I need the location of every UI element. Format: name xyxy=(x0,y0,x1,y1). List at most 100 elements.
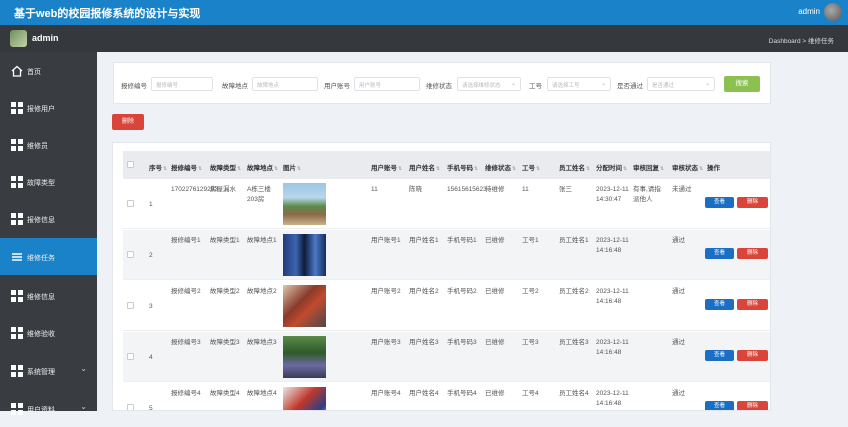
cell-audit: 通过 xyxy=(672,288,685,295)
column-header-label: 分配时间 xyxy=(596,165,622,172)
search-label: 工号 xyxy=(529,83,542,90)
sort-icon: ⇅ xyxy=(436,166,441,172)
app-header: 基于web的校园报修系统的设计与实现 admin xyxy=(0,0,848,25)
search-placeholder: 报修编号 xyxy=(156,83,179,89)
sort-icon: ⇅ xyxy=(586,166,591,172)
cell-audit: 通过 xyxy=(672,237,685,244)
search-input[interactable]: 用户账号 xyxy=(354,77,420,91)
cell-status: 已维修 xyxy=(485,390,505,397)
column-header-label: 工号 xyxy=(522,165,535,172)
cell-name: 用户姓名2 xyxy=(409,288,439,295)
column-header[interactable]: 故障类型⇅ xyxy=(210,162,241,172)
row-checkbox[interactable] xyxy=(127,251,134,258)
sidebar-item[interactable]: 用户资料 ⌄ xyxy=(0,390,97,427)
column-header[interactable]: 维修状态⇅ xyxy=(485,162,516,172)
column-header[interactable]: 图片⇅ xyxy=(283,162,301,172)
search-input[interactable]: 报修编号 xyxy=(151,77,213,91)
column-header[interactable]: 序号⇅ xyxy=(149,162,167,172)
delete-button[interactable]: 删除 xyxy=(737,248,768,259)
sidebar-item[interactable]: 首页 xyxy=(0,52,97,89)
sidebar-item-label: 首页 xyxy=(27,69,41,76)
grid-icon xyxy=(11,176,23,188)
search-select[interactable]: 请选择维修状态 ⌄ xyxy=(457,77,521,91)
column-header[interactable]: 用户姓名⇅ xyxy=(409,162,440,172)
table-row: 4 报修编号3 故障类型3 故障地点3 用户账号3 用户姓名3 手机号码3 已维修 工号3 员工姓… xyxy=(123,332,770,382)
delete-button[interactable]: 删除 xyxy=(737,299,768,310)
cell-phone: 手机号码2 xyxy=(447,288,477,295)
view-button[interactable]: 查看 xyxy=(705,299,734,310)
row-checkbox[interactable] xyxy=(127,302,134,309)
repair-photo[interactable] xyxy=(283,285,326,327)
column-header-label: 审核状态 xyxy=(672,165,698,172)
column-header-label: 操作 xyxy=(707,165,720,172)
sidebar-item[interactable]: 维修验收 xyxy=(0,314,97,351)
sidebar-item[interactable]: 维修员 xyxy=(0,126,97,163)
cell-no: 3 xyxy=(149,303,153,310)
cell-emp_no: 11 xyxy=(522,186,529,193)
row-checkbox[interactable] xyxy=(127,404,134,410)
repair-photo[interactable] xyxy=(283,234,326,276)
sort-icon: ⇅ xyxy=(237,166,242,172)
chevron-down-icon: ⌄ xyxy=(704,81,710,87)
sidebar-item[interactable]: 维修信息 xyxy=(0,277,97,314)
sidebar-item[interactable]: 报修信息 xyxy=(0,200,97,237)
delete-button[interactable]: 删除 xyxy=(737,350,768,361)
cell-emp_name: 员工姓名4 xyxy=(559,390,589,397)
cell-type: 故障类型2 xyxy=(210,288,240,295)
repair-photo[interactable] xyxy=(283,183,326,225)
breadcrumb: Dashboard > 维修任务 xyxy=(768,38,834,45)
table-row: 1 1702276129283 房屋漏水 A栋三楼203房 11 陈晓 1561561562… xyxy=(123,179,770,229)
column-header[interactable]: 审核状态⇅ xyxy=(672,162,703,172)
search-label: 维修状态 xyxy=(426,83,452,90)
cell-phone: 15615615623 xyxy=(447,186,487,193)
repair-photo[interactable] xyxy=(283,336,326,378)
search-select[interactable]: 请选择工号 ⌄ xyxy=(547,77,611,91)
cell-name: 陈晓 xyxy=(409,186,422,193)
column-header: 操作 xyxy=(707,162,720,172)
row-checkbox[interactable] xyxy=(127,200,134,207)
column-header[interactable]: 用户账号⇅ xyxy=(371,162,402,172)
chevron-down-icon: ⌄ xyxy=(600,81,606,87)
sidebar-item-label: 报修信息 xyxy=(27,217,55,224)
cell-emp_no: 工号2 xyxy=(522,288,539,295)
column-header[interactable]: 工号⇅ xyxy=(522,162,540,172)
column-header[interactable]: 分配时间⇅ xyxy=(596,162,627,172)
column-header-label: 手机号码 xyxy=(447,165,473,172)
view-button[interactable]: 查看 xyxy=(705,197,734,208)
sidebar-item[interactable]: 维修任务 xyxy=(0,238,97,275)
view-button[interactable]: 查看 xyxy=(705,248,734,259)
column-header[interactable]: 报修编号⇅ xyxy=(171,162,202,172)
header-username[interactable]: admin xyxy=(798,7,820,16)
cell-status: 待维修 xyxy=(485,186,505,193)
search-select[interactable]: 是否通过 ⌄ xyxy=(647,77,715,91)
delete-button[interactable]: 删除 xyxy=(737,197,768,208)
user-avatar[interactable] xyxy=(824,3,842,21)
sidebar-item[interactable]: 故障类型 xyxy=(0,163,97,200)
sidebar-item[interactable]: 系统管理 ⌄ xyxy=(0,352,97,389)
grid-icon xyxy=(11,327,23,339)
column-header[interactable]: 员工姓名⇅ xyxy=(559,162,590,172)
column-header[interactable]: 审核回复⇅ xyxy=(633,162,664,172)
repair-photo[interactable] xyxy=(283,387,326,410)
sidebar-item-label: 系统管理 xyxy=(27,369,55,376)
select-all-checkbox[interactable] xyxy=(127,161,134,168)
cell-place: 故障地点1 xyxy=(247,237,277,244)
column-header[interactable]: 手机号码⇅ xyxy=(447,162,478,172)
search-label: 是否通过 xyxy=(617,83,643,90)
grid-icon xyxy=(11,102,23,114)
delete-button[interactable]: 删除 xyxy=(737,401,768,410)
sidebar-item[interactable]: 报修用户 xyxy=(0,89,97,126)
column-header[interactable]: 故障地点⇅ xyxy=(247,162,278,172)
view-button[interactable]: 查看 xyxy=(705,401,734,410)
cell-time: 2023-12-11 14:16:48 xyxy=(596,390,629,407)
cell-user: 用户账号3 xyxy=(371,339,401,346)
search-button[interactable]: 搜索 xyxy=(724,76,760,92)
search-input[interactable]: 故障地点 xyxy=(252,77,318,91)
row-checkbox[interactable] xyxy=(127,353,134,360)
view-button[interactable]: 查看 xyxy=(705,350,734,361)
cell-user: 用户账号1 xyxy=(371,237,401,244)
sort-icon: ⇅ xyxy=(398,166,403,172)
cell-place: A栋三楼203房 xyxy=(247,186,271,203)
batch-delete-button[interactable]: 删除 xyxy=(112,114,144,130)
search-panel: 搜索 报修编号 报修编号 故障地点 故障地点 用户账号 用户账号 维修状态 请选择维修状态 ⌄ 工… xyxy=(113,62,771,104)
